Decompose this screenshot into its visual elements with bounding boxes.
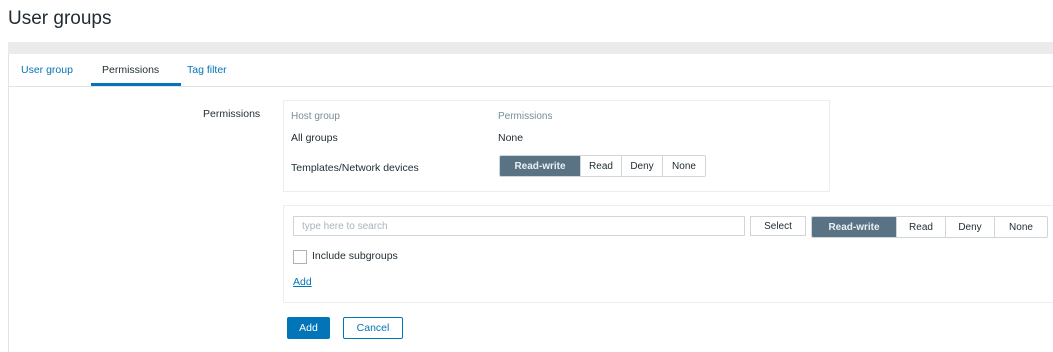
tab-permissions[interactable]: Permissions [102,64,159,76]
checkbox-icon[interactable] [293,250,307,264]
form-container: User group Permissions Tag filter [8,54,1053,352]
row-group-name: All groups [291,132,338,144]
cancel-button[interactable]: Cancel [343,317,403,339]
row-group-name: Templates/Network devices [291,162,419,174]
permission-option-none[interactable]: None [662,156,705,176]
select-button[interactable]: Select [750,216,806,236]
permission-option-read-write[interactable]: Read-write [812,217,896,237]
column-header-permissions: Permissions [498,111,553,122]
header-strip [8,42,1053,54]
permission-option-read-write[interactable]: Read-write [500,156,580,176]
permission-option-read[interactable]: Read [580,156,621,176]
active-tab-indicator [91,83,181,86]
permissions-table: Host group Permissions All groups None T… [283,100,830,192]
new-permission-segmented-control: Read-write Read Deny None [811,216,1048,238]
permission-option-read[interactable]: Read [896,217,945,237]
permission-option-deny[interactable]: Deny [945,217,994,237]
host-group-search-input[interactable] [293,216,745,236]
include-subgroups-label[interactable]: Include subgroups [312,250,398,262]
permission-option-deny[interactable]: Deny [621,156,662,176]
tab-user-group[interactable]: User group [21,64,73,76]
permission-segmented-control: Read-write Read Deny None [499,155,706,177]
column-header-host-group: Host group [291,111,340,122]
permission-option-none[interactable]: None [994,217,1047,237]
tab-bar: User group Permissions Tag filter [9,54,1053,87]
row-permission-value: None [498,132,524,144]
tab-tag-filter[interactable]: Tag filter [187,64,227,76]
page-title: User groups [8,8,112,29]
add-permission-link[interactable]: Add [293,276,312,288]
add-button[interactable]: Add [287,317,330,339]
permissions-label: Permissions [203,108,261,120]
